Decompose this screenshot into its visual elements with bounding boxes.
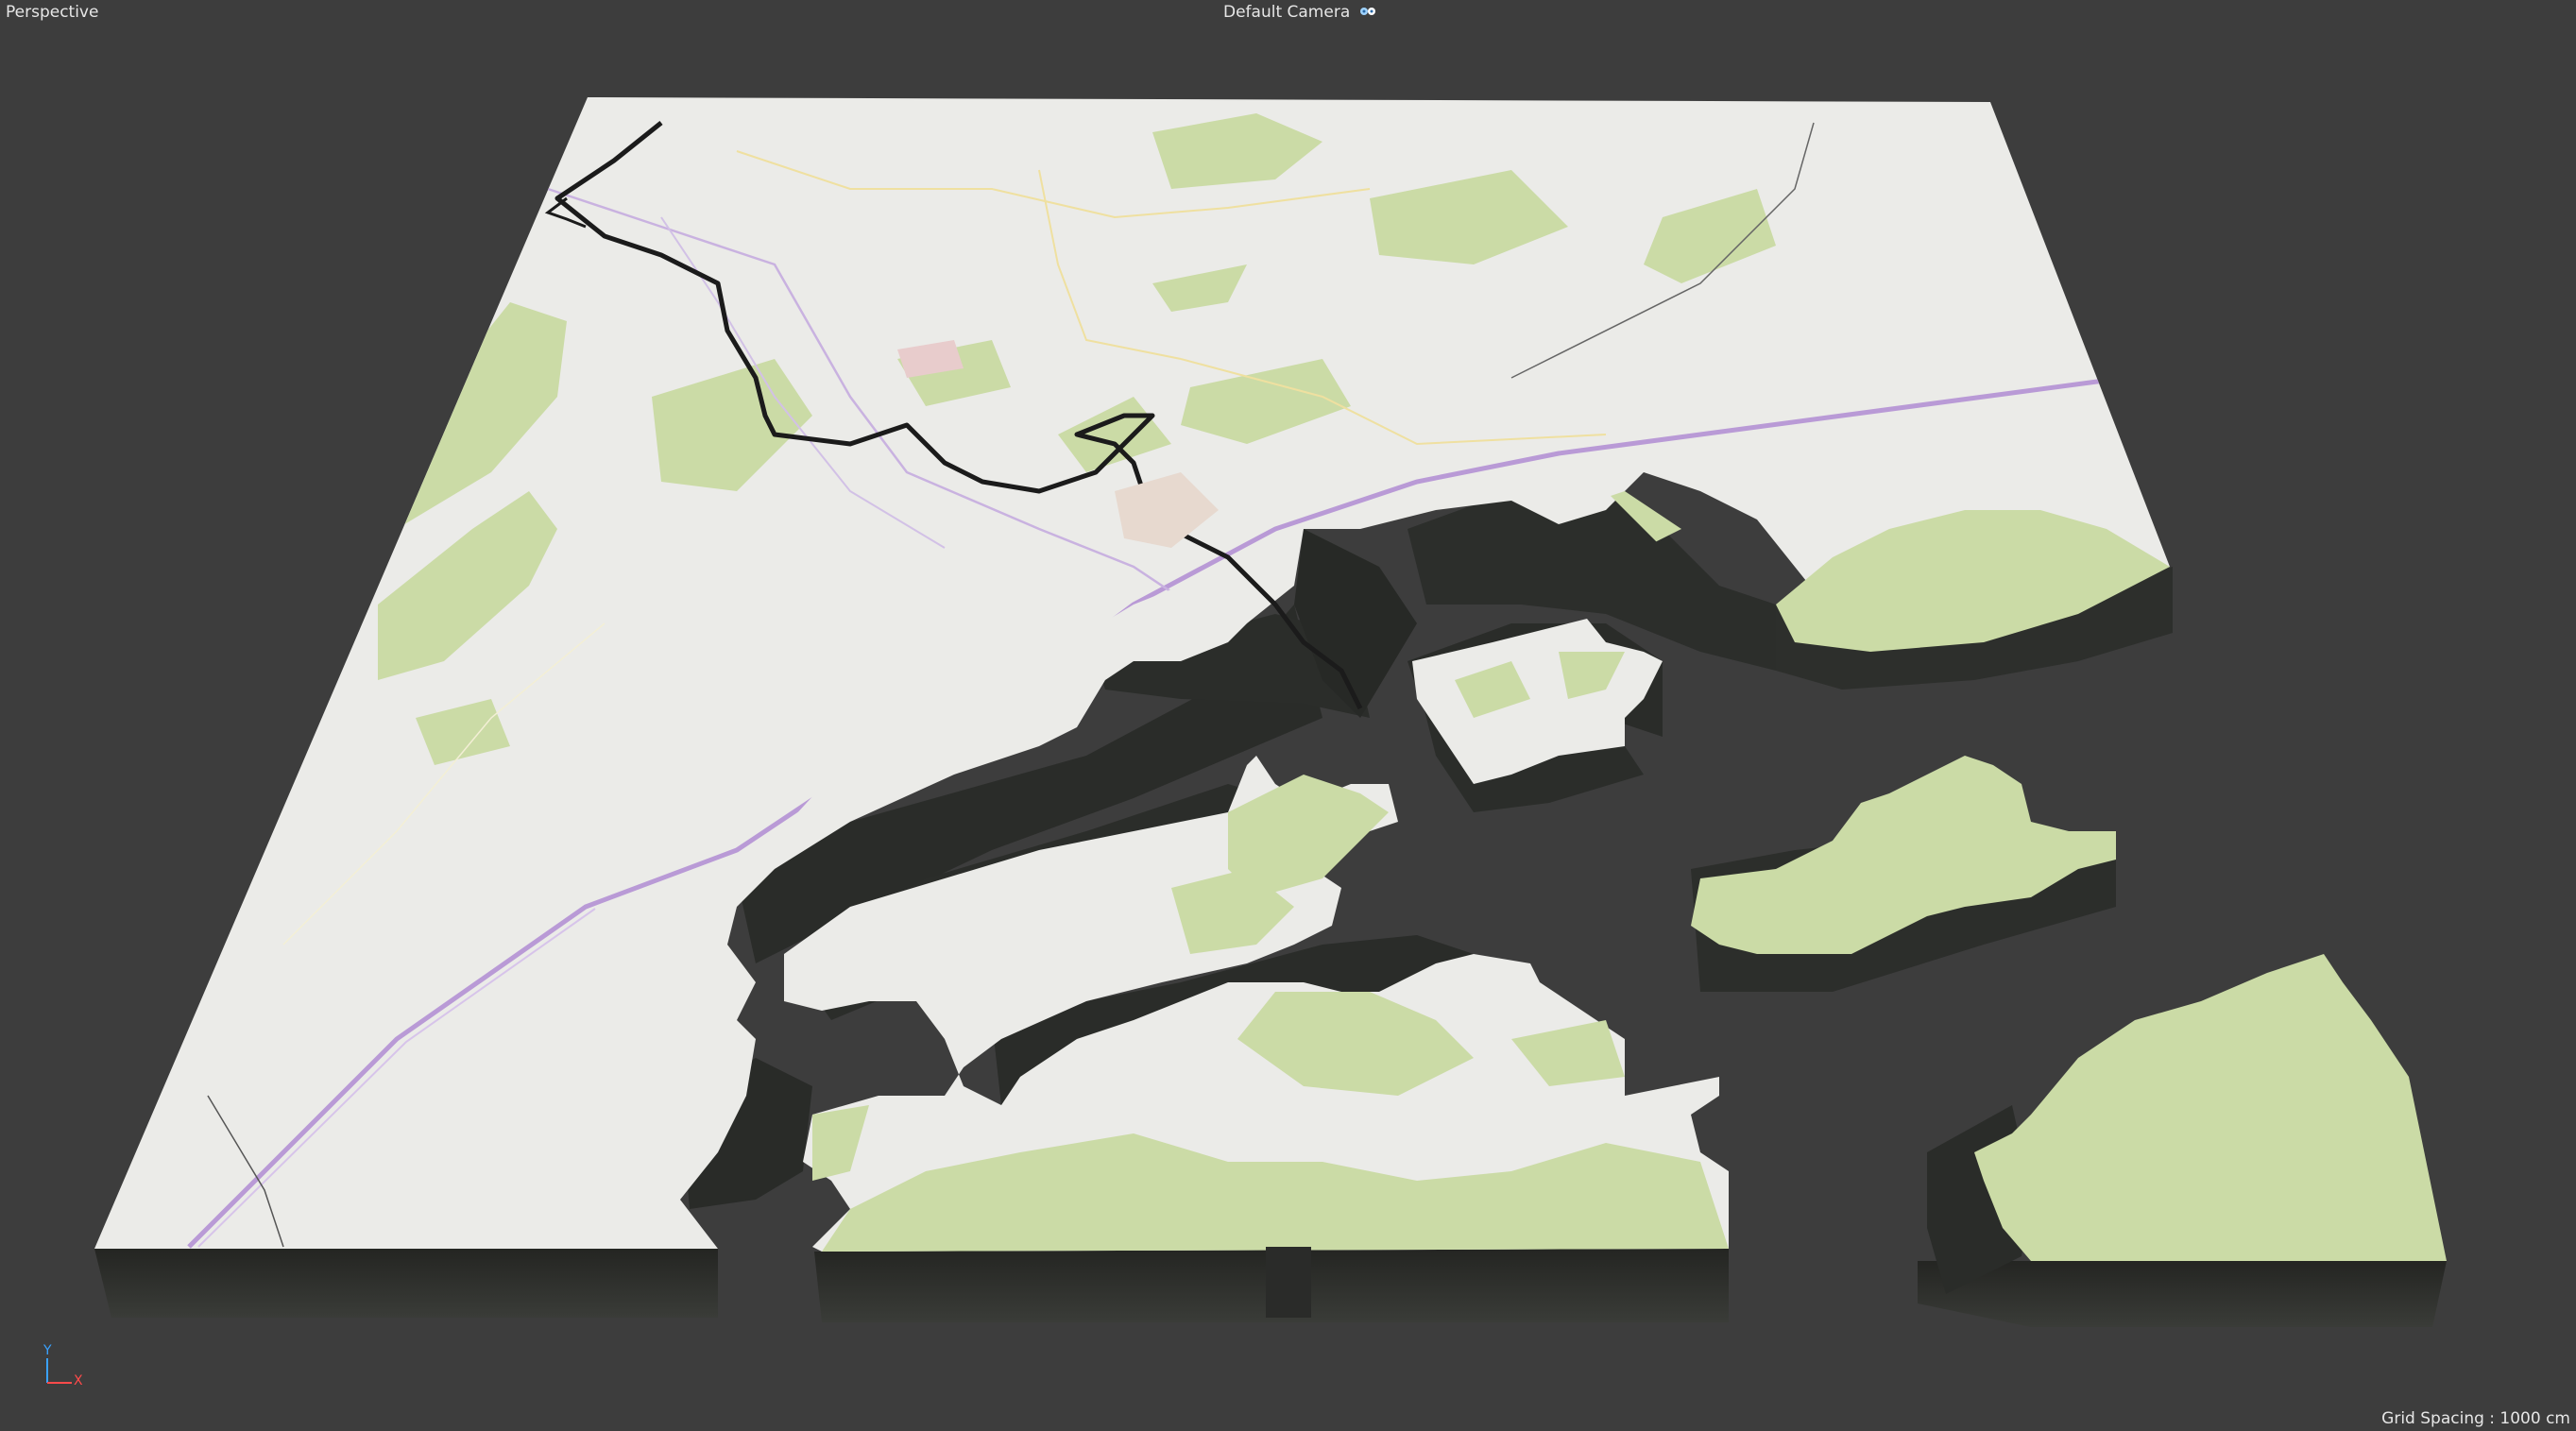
camera-menu[interactable]: Default Camera (1223, 3, 1378, 22)
terrain-model[interactable] (0, 0, 2576, 1431)
axis-gizmo: Y X (36, 1343, 93, 1390)
axis-y-label: Y (43, 1343, 52, 1358)
view-mode-label[interactable]: Perspective (6, 3, 98, 22)
land-island-bottom-right (1974, 954, 2447, 1261)
grid-spacing-label: Grid Spacing : 1000 cm (2381, 1409, 2570, 1428)
front-notch (1266, 1247, 1311, 1318)
front-wall-left (94, 1249, 718, 1318)
camera-label: Default Camera (1223, 3, 1351, 22)
3d-viewport[interactable]: Perspective Default Camera Y X Grid Spac… (0, 0, 2576, 1431)
front-wall-right (1918, 1261, 2447, 1327)
axis-x-label: X (74, 1373, 83, 1388)
camera-icon[interactable] (1357, 6, 1378, 19)
